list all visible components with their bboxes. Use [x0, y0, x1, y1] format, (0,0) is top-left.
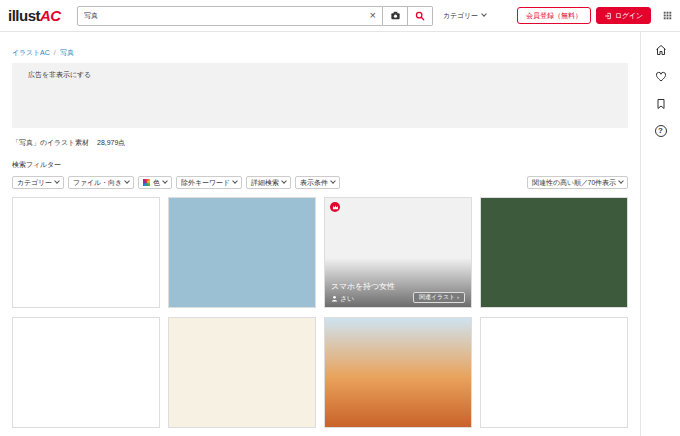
chevron-icon	[162, 178, 168, 184]
side-toolbar: ?	[640, 32, 680, 436]
related-button[interactable]: 関連イラスト ›	[413, 292, 465, 303]
heart-button[interactable]	[654, 71, 668, 83]
clear-button[interactable]: ×	[364, 10, 382, 21]
home-icon	[655, 44, 667, 56]
thumb-author[interactable]: さい	[331, 294, 354, 303]
filter-button[interactable]: カテゴリー	[12, 176, 64, 189]
illustration-grid: スマホを持つ女性さい 関連イラスト ›	[12, 197, 628, 428]
color-swatch-icon	[143, 179, 150, 186]
filter-button[interactable]: 除外キーワード	[176, 176, 242, 189]
site-header: illustAC × カテゴリー 会員登録（無料） ログイン	[0, 0, 680, 32]
sort-dropdown[interactable]: 関連性の高い順／70件表示	[527, 176, 628, 189]
login-icon	[604, 12, 612, 20]
chevron-icon	[232, 178, 238, 184]
chevron-icon	[124, 178, 130, 184]
filter-button[interactable]: 色	[138, 176, 172, 189]
premium-badge	[330, 202, 340, 212]
chevron-icon	[618, 178, 624, 184]
illustration-thumb[interactable]	[324, 317, 472, 428]
home-button[interactable]	[654, 44, 668, 56]
search-input[interactable]	[78, 7, 364, 25]
illustration-thumb[interactable]	[480, 317, 628, 428]
thumb-title[interactable]: スマホを持つ女性	[331, 282, 395, 292]
result-heading: 「写真」のイラスト素材28,979点	[12, 138, 628, 148]
category-dropdown[interactable]: カテゴリー	[443, 11, 486, 21]
help-icon: ?	[655, 125, 667, 137]
magnifier-icon	[415, 11, 425, 21]
illustration-thumb[interactable]	[480, 197, 628, 308]
filter-title: 検索フィルター	[12, 160, 628, 170]
breadcrumb-item[interactable]: 写真	[60, 48, 74, 58]
filter-button[interactable]: 表示条件	[295, 176, 340, 189]
search-box: ×	[77, 6, 383, 26]
hide-ads-link[interactable]: 広告を非表示にする	[28, 71, 91, 78]
image-search-button[interactable]	[383, 6, 408, 26]
result-count: 28,979点	[97, 139, 125, 146]
illustration-thumb[interactable]	[168, 317, 316, 428]
register-button[interactable]: 会員登録（無料）	[517, 7, 591, 24]
chevron-icon	[330, 178, 336, 184]
hover-overlay: スマホを持つ女性さい 関連イラスト ›	[325, 198, 471, 307]
illustration-thumb[interactable]	[168, 197, 316, 308]
logo[interactable]: illustAC	[8, 8, 70, 23]
apps-menu[interactable]	[663, 11, 672, 20]
bookmark-icon	[655, 98, 667, 110]
main-content: イラストAC/写真広告を非表示にする「写真」のイラスト素材28,979点検索フィ…	[0, 32, 640, 436]
illustration-thumb[interactable]	[12, 317, 160, 428]
camera-icon	[390, 10, 401, 21]
illustration-thumb[interactable]: スマホを持つ女性さい 関連イラスト ›	[324, 197, 472, 308]
login-button[interactable]: ログイン	[596, 7, 651, 24]
illustration-thumb[interactable]	[12, 197, 160, 308]
person-icon	[331, 295, 338, 302]
chevron-icon	[54, 178, 60, 184]
breadcrumb-item[interactable]: イラストAC	[12, 48, 50, 58]
search-bar: ×	[77, 6, 433, 26]
chevron-icon	[281, 178, 287, 184]
breadcrumb: イラストAC/写真	[12, 48, 628, 58]
filter-bar: カテゴリーファイル・向き色除外キーワード詳細検索表示条件 関連性の高い順／70件表…	[12, 176, 628, 189]
ad-area: 広告を非表示にする	[12, 63, 628, 128]
heart-icon	[655, 71, 667, 83]
filter-button[interactable]: ファイル・向き	[68, 176, 134, 189]
bookmark-button[interactable]	[654, 98, 668, 110]
search-button[interactable]	[408, 6, 433, 26]
grid-icon	[663, 11, 672, 20]
chevron-icon	[481, 11, 487, 17]
crown-icon	[332, 204, 339, 211]
help-button[interactable]: ?	[654, 125, 668, 137]
filter-button[interactable]: 詳細検索	[246, 176, 291, 189]
